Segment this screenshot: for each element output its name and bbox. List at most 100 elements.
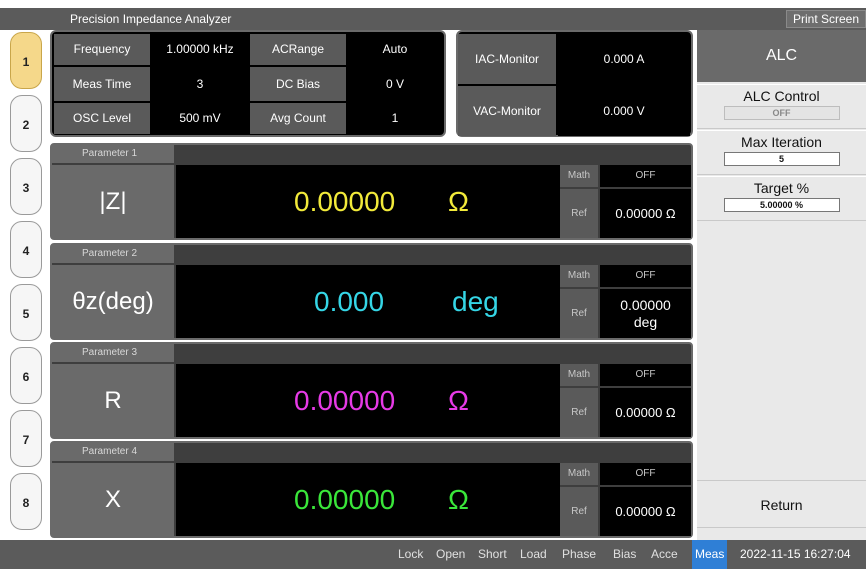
osc-level-value[interactable]: 500 mV xyxy=(152,103,248,134)
parameter-display: 0.00000 Ω xyxy=(176,364,560,437)
parameter-value: 0.00000 xyxy=(294,186,396,217)
parameter-2-panel: Parameter 2 θz(deg) 0.000 deg Math OFF R… xyxy=(50,243,693,340)
ref-value-number: 0.00000 xyxy=(620,297,671,313)
page-tab-label: 3 xyxy=(22,181,30,195)
ref-value-unit: deg xyxy=(633,314,658,330)
math-value[interactable]: OFF xyxy=(600,265,691,287)
parameter-display: 0.00000 Ω xyxy=(176,463,560,536)
osc-level-label: OSC Level xyxy=(54,103,150,134)
page-tab-label: 6 xyxy=(22,370,30,384)
vac-monitor-label: VAC-Monitor xyxy=(458,86,556,136)
page-tab-label: 5 xyxy=(22,307,30,321)
parameter-1-panel: Parameter 1 |Z| 0.00000 Ω Math OFF Ref 0… xyxy=(50,143,693,240)
status-phase[interactable]: Phase xyxy=(562,540,596,569)
acrange-label: ACRange xyxy=(250,34,346,65)
monitor-panel: IAC-Monitor 0.000 A VAC-Monitor 0.000 V xyxy=(456,30,693,137)
max-iteration-label: Max Iteration xyxy=(741,134,822,150)
iac-monitor-label: IAC-Monitor xyxy=(458,34,556,84)
parameter-name[interactable]: X xyxy=(52,463,174,536)
page-tab-label: 1 xyxy=(22,55,30,69)
print-screen-button[interactable]: Print Screen xyxy=(786,10,866,28)
alc-header: ALC xyxy=(697,30,866,82)
page-tab-5[interactable]: 5 xyxy=(10,284,42,341)
parameter-title: Parameter 4 xyxy=(52,443,174,461)
iac-monitor-value: 0.000 A xyxy=(558,34,690,84)
meas-time-label: Meas Time xyxy=(54,67,150,101)
return-button[interactable]: Return xyxy=(697,480,866,528)
ref-value[interactable]: 0.00000 Ω xyxy=(600,388,691,437)
measurement-settings-panel: Frequency 1.00000 kHz ACRange Auto Meas … xyxy=(50,30,446,137)
meas-time-value[interactable]: 3 xyxy=(152,67,248,101)
ref-label: Ref xyxy=(560,289,598,338)
avg-count-label: Avg Count xyxy=(250,103,346,134)
alc-side-panel: ALC ALC Control OFF Max Iteration 5 Targ… xyxy=(697,30,866,540)
parameter-4-panel: Parameter 4 X 0.00000 Ω Math OFF Ref 0.0… xyxy=(50,441,693,538)
math-label: Math xyxy=(560,165,598,187)
max-iteration-button[interactable]: Max Iteration 5 xyxy=(697,130,866,175)
status-open[interactable]: Open xyxy=(436,540,465,569)
dc-bias-label: DC Bias xyxy=(250,67,346,101)
parameter-name[interactable]: |Z| xyxy=(52,165,174,238)
parameter-unit: Ω xyxy=(448,484,469,515)
status-meas[interactable]: Meas xyxy=(692,540,728,569)
page-tab-3[interactable]: 3 xyxy=(10,158,42,215)
app-title: Precision Impedance Analyzer xyxy=(70,12,232,26)
math-label: Math xyxy=(560,463,598,485)
status-bar: Lock Open Short Load Phase Bias Acce Mea… xyxy=(0,540,866,569)
frequency-value[interactable]: 1.00000 kHz xyxy=(152,34,248,65)
parameter-title: Parameter 3 xyxy=(52,344,174,362)
page-tab-6[interactable]: 6 xyxy=(10,347,42,404)
acrange-value[interactable]: Auto xyxy=(348,34,442,65)
alc-control-button[interactable]: ALC Control OFF xyxy=(697,84,866,129)
math-label: Math xyxy=(560,265,598,287)
frequency-label: Frequency xyxy=(54,34,150,65)
math-value[interactable]: OFF xyxy=(600,364,691,386)
page-tab-8[interactable]: 8 xyxy=(10,473,42,530)
page-tab-1[interactable]: 1 xyxy=(10,32,42,89)
math-value[interactable]: OFF xyxy=(600,463,691,485)
title-bar: Precision Impedance Analyzer Print Scree… xyxy=(0,8,866,30)
parameter-title: Parameter 2 xyxy=(52,245,174,263)
parameter-unit: Ω xyxy=(448,385,469,416)
parameter-value: 0.00000 xyxy=(294,385,396,416)
ref-label: Ref xyxy=(560,388,598,437)
target-percent-value: 5.00000 % xyxy=(723,198,840,212)
parameter-display: 0.00000 Ω xyxy=(176,165,560,238)
ref-label: Ref xyxy=(560,487,598,536)
status-short[interactable]: Short xyxy=(478,540,507,569)
status-datetime: 2022-11-15 16:27:04 xyxy=(740,547,851,561)
max-iteration-value: 5 xyxy=(723,152,840,166)
page-tab-2[interactable]: 2 xyxy=(10,95,42,152)
ref-value[interactable]: 0.00000 deg xyxy=(600,289,691,338)
status-load[interactable]: Load xyxy=(520,540,547,569)
parameter-value: 0.000 xyxy=(314,286,385,317)
status-acce[interactable]: Acce xyxy=(651,540,678,569)
ref-label: Ref xyxy=(560,189,598,238)
status-lock[interactable]: Lock xyxy=(398,540,423,569)
page-tab-label: 4 xyxy=(22,244,30,258)
parameter-3-panel: Parameter 3 R 0.00000 Ω Math OFF Ref 0.0… xyxy=(50,342,693,439)
ref-value[interactable]: 0.00000 Ω xyxy=(600,189,691,238)
page-tabs: 1 2 3 4 5 6 7 8 xyxy=(0,30,48,540)
math-value[interactable]: OFF xyxy=(600,165,691,187)
page-tab-label: 7 xyxy=(22,433,30,447)
vac-monitor-value: 0.000 V xyxy=(558,86,690,136)
page-tab-label: 2 xyxy=(22,118,30,132)
parameter-title: Parameter 1 xyxy=(52,145,174,163)
parameter-unit: deg xyxy=(452,286,499,317)
parameter-name[interactable]: θz(deg) xyxy=(52,265,174,338)
parameter-value: 0.00000 xyxy=(294,484,396,515)
page-tab-7[interactable]: 7 xyxy=(10,410,42,467)
status-bias[interactable]: Bias xyxy=(613,540,636,569)
ref-value[interactable]: 0.00000 Ω xyxy=(600,487,691,536)
page-tab-4[interactable]: 4 xyxy=(10,221,42,278)
parameter-unit: Ω xyxy=(448,186,469,217)
parameter-display: 0.000 deg xyxy=(176,265,560,338)
parameter-name[interactable]: R xyxy=(52,364,174,437)
math-label: Math xyxy=(560,364,598,386)
alc-control-value: OFF xyxy=(723,106,840,120)
target-percent-label: Target % xyxy=(753,180,810,196)
dc-bias-value[interactable]: 0 V xyxy=(348,67,442,101)
target-percent-button[interactable]: Target % 5.00000 % xyxy=(697,176,866,221)
avg-count-value[interactable]: 1 xyxy=(348,103,442,134)
